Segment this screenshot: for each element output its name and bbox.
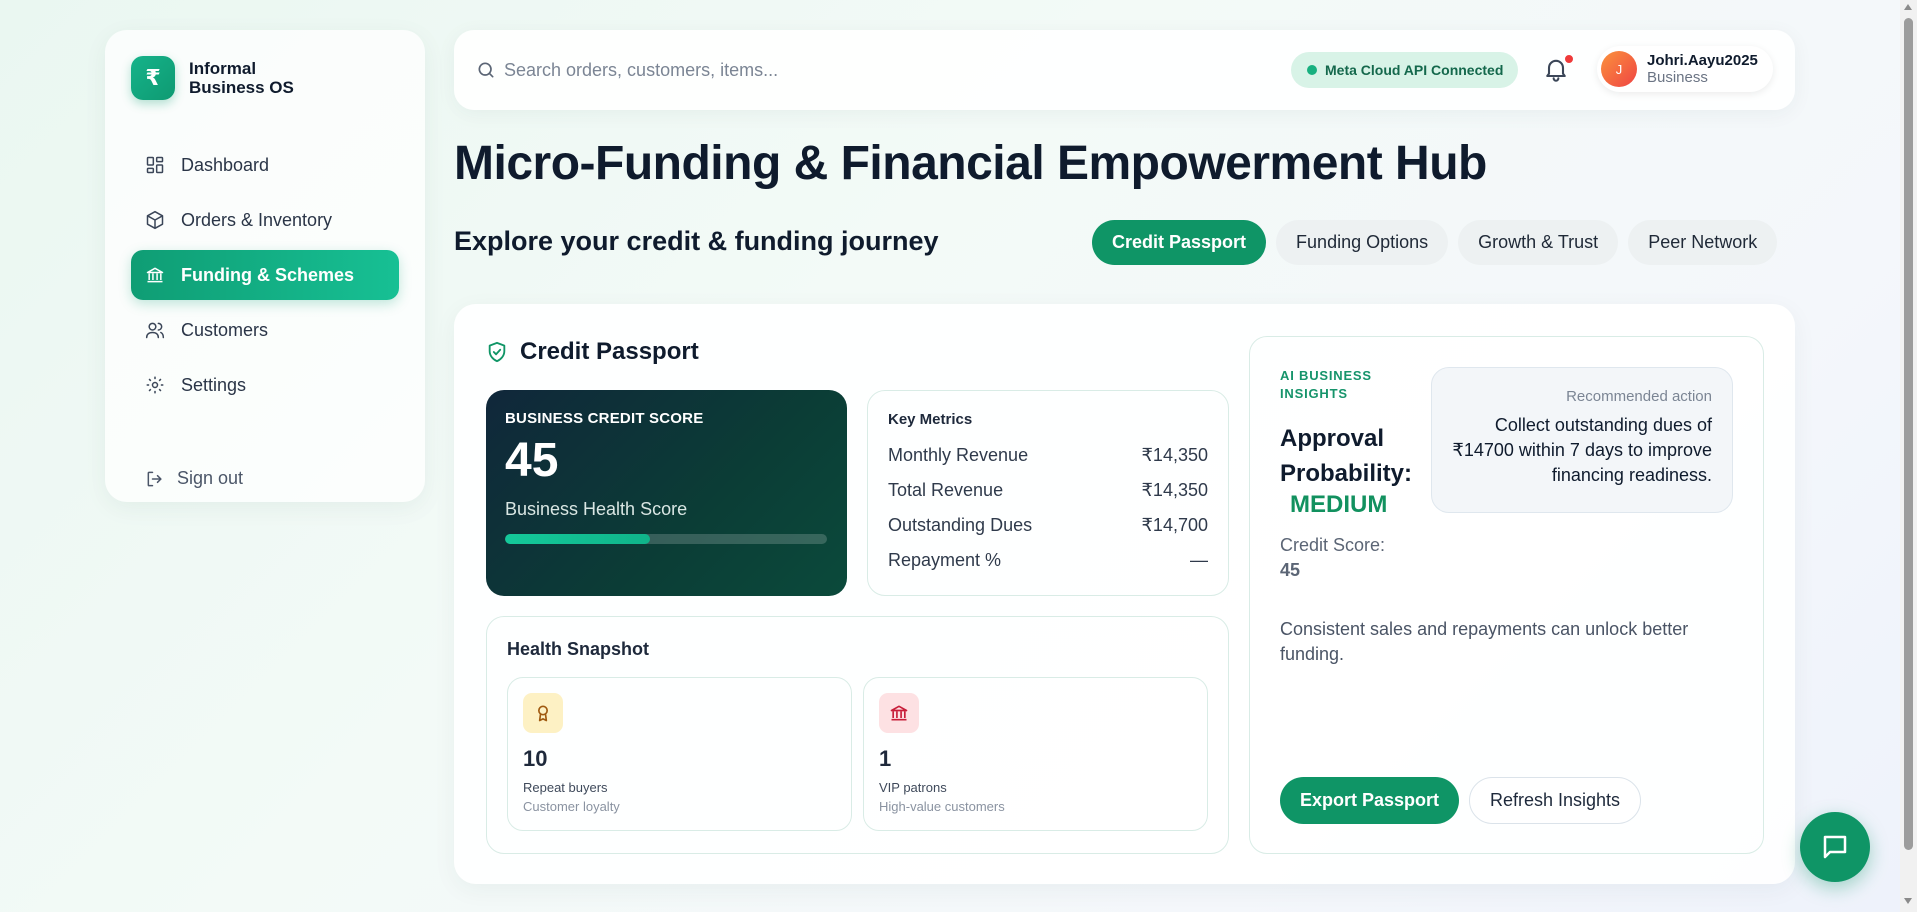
- metric-value: —: [1190, 550, 1208, 570]
- credit-score-value: 45: [1280, 560, 1301, 580]
- credit-score-label: Credit Score:: [1280, 535, 1386, 555]
- insight-note: Consistent sales and repayments can unlo…: [1280, 619, 1689, 664]
- tab-growth-trust[interactable]: Growth & Trust: [1458, 220, 1619, 265]
- ai-insights-label: AI BUSINESS INSIGHTS: [1280, 368, 1372, 401]
- metric-row: Outstanding Dues ₹14,700: [888, 508, 1208, 543]
- vip-patrons-value: 1: [879, 746, 892, 771]
- sidebar-item-label: Funding & Schemes: [181, 264, 355, 285]
- vip-patrons-card: 1 VIP patrons High-value customers: [863, 677, 1208, 831]
- sidebar-nav: Dashboard Orders & Inventory Funding & S…: [131, 140, 399, 415]
- metric-row: Monthly Revenue ₹14,350: [888, 438, 1208, 473]
- repeat-buyers-label: Repeat buyers: [523, 780, 608, 795]
- chat-bubble-icon: [1823, 835, 1847, 859]
- score-label: BUSINESS CREDIT SCORE: [505, 410, 704, 427]
- page-title: Micro-Funding & Financial Empowerment Hu…: [454, 137, 1487, 190]
- sidebar-item-customers[interactable]: Customers: [131, 305, 399, 355]
- sidebar-item-label: Dashboard: [181, 154, 270, 175]
- user-menu[interactable]: J Johri.Aayu2025 Business: [1597, 46, 1773, 92]
- page-subtitle: Explore your credit & funding journey: [454, 226, 939, 256]
- brand-name: Informal Business OS: [189, 59, 294, 97]
- metric-label: Outstanding Dues: [888, 515, 1033, 535]
- signout-label: Sign out: [177, 468, 244, 488]
- export-passport-button[interactable]: Export Passport: [1280, 777, 1460, 824]
- status-dot-icon: [1307, 65, 1317, 75]
- users-icon: [145, 322, 165, 339]
- section-title-label: Credit Passport: [520, 338, 699, 365]
- approval-probability-value: MEDIUM: [1290, 491, 1388, 518]
- tab-funding-options[interactable]: Funding Options: [1276, 220, 1449, 265]
- bank-icon: [146, 267, 164, 283]
- scroll-up-arrow-icon[interactable]: [1904, 4, 1912, 10]
- recommended-action-text: Collect outstanding dues of ₹14700 withi…: [1452, 415, 1712, 485]
- bank-building-icon: [879, 693, 919, 733]
- dashboard-grid-icon: [146, 156, 164, 174]
- box-icon: [146, 210, 164, 230]
- repeat-buyers-value: 10: [523, 746, 548, 771]
- key-metrics-card: Key Metrics Monthly Revenue ₹14,350 Tota…: [867, 390, 1229, 596]
- tab-peer-network[interactable]: Peer Network: [1628, 220, 1778, 265]
- sidebar-item-dashboard[interactable]: Dashboard: [131, 140, 399, 190]
- page-scrollbar[interactable]: [1900, 0, 1917, 912]
- sidebar: ₹ Informal Business OS Dashboard Orders …: [105, 30, 425, 502]
- api-status-badge: Meta Cloud API Connected: [1291, 52, 1519, 88]
- chat-button[interactable]: [1800, 812, 1870, 882]
- user-role: Business: [1647, 69, 1708, 86]
- logout-icon: [147, 471, 162, 486]
- award-ribbon-icon: [523, 693, 563, 733]
- section-title: Credit Passport: [486, 338, 699, 366]
- sidebar-item-label: Settings: [181, 374, 247, 395]
- sidebar-item-orders-inventory[interactable]: Orders & Inventory: [131, 195, 399, 245]
- metric-row: Total Revenue ₹14,350: [888, 473, 1208, 508]
- recommended-action-label: Recommended action: [1566, 388, 1712, 405]
- score-value: 45: [505, 434, 559, 487]
- sidebar-item-settings[interactable]: Settings: [131, 360, 399, 410]
- recommended-action-box: Recommended action Collect outstanding d…: [1431, 367, 1733, 513]
- repeat-buyers-card: 10 Repeat buyers Customer loyalty: [507, 677, 852, 831]
- vip-patrons-sub: High-value customers: [879, 799, 1005, 814]
- credit-score-card: BUSINESS CREDIT SCORE 45 Business Health…: [486, 390, 847, 596]
- ai-insights-card: AI BUSINESS INSIGHTS Approval Probabilit…: [1249, 336, 1764, 854]
- scroll-down-arrow-icon[interactable]: [1904, 898, 1912, 904]
- brand[interactable]: ₹ Informal Business OS: [131, 56, 309, 100]
- score-progress-fill: [505, 534, 650, 544]
- topbar: Meta Cloud API Connected J Johri.Aayu202…: [454, 30, 1795, 110]
- sidebar-item-label: Customers: [181, 319, 269, 340]
- brand-logo-icon: ₹: [131, 56, 175, 100]
- search-input[interactable]: [504, 54, 1064, 86]
- metric-label: Monthly Revenue: [888, 445, 1029, 465]
- health-title: Health Snapshot: [507, 639, 650, 659]
- vip-patrons-label: VIP patrons: [879, 780, 947, 795]
- metric-value: ₹14,700: [1141, 515, 1208, 535]
- metric-label: Total Revenue: [888, 480, 1004, 500]
- health-snapshot-card: Health Snapshot 10 Repeat buyers Custome…: [486, 616, 1229, 854]
- metric-row: Repayment % —: [888, 543, 1208, 578]
- notification-dot: [1564, 54, 1574, 64]
- metrics-title: Key Metrics: [888, 411, 973, 428]
- avatar: J: [1601, 51, 1637, 87]
- repeat-buyers-sub: Customer loyalty: [523, 799, 620, 814]
- tab-bar: Credit Passport Funding Options Growth &…: [1092, 220, 1778, 265]
- tab-credit-passport[interactable]: Credit Passport: [1092, 220, 1267, 265]
- score-progress-bar: [505, 534, 827, 544]
- metric-value: ₹14,350: [1141, 480, 1208, 500]
- sidebar-item-label: Orders & Inventory: [181, 209, 333, 230]
- refresh-insights-button[interactable]: Refresh Insights: [1469, 777, 1642, 824]
- shield-check-icon: [488, 341, 506, 363]
- user-name: Johri.Aayu2025: [1647, 52, 1758, 69]
- sidebar-item-funding-schemes[interactable]: Funding & Schemes: [131, 250, 399, 300]
- approval-probability-label: Approval Probability:: [1280, 425, 1413, 487]
- signout-button[interactable]: Sign out: [145, 468, 243, 489]
- gear-icon: [146, 376, 164, 394]
- score-subtitle: Business Health Score: [505, 499, 688, 519]
- scroll-thumb[interactable]: [1904, 18, 1913, 850]
- credit-passport-panel: Credit Passport BUSINESS CREDIT SCORE 45…: [454, 304, 1795, 884]
- search-icon: [478, 62, 494, 78]
- metric-label: Repayment %: [888, 550, 1002, 570]
- api-status-label: Meta Cloud API Connected: [1325, 62, 1504, 78]
- metric-value: ₹14,350: [1141, 445, 1208, 465]
